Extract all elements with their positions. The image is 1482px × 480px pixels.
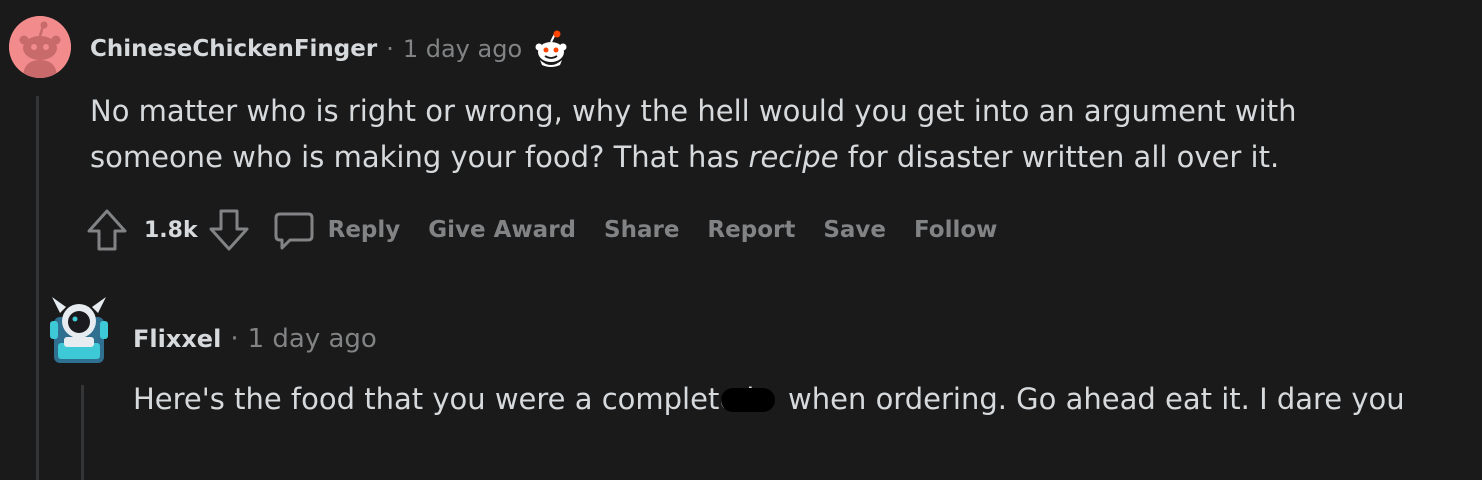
- report-button[interactable]: Report: [707, 217, 795, 243]
- comment-thread: ChineseChickenFinger · 1 day ago No matt…: [0, 0, 1482, 480]
- comment-body: No matter who is right or wrong, why the…: [90, 88, 1390, 180]
- vote-score: 1.8k: [144, 217, 198, 243]
- meta-separator: ·: [230, 324, 239, 354]
- comment-bubble-icon: [274, 212, 314, 250]
- reply-text-end: when ordering. Go ahead eat it. I dare y…: [778, 382, 1405, 416]
- meta-separator: ·: [386, 35, 394, 63]
- comment-meta: ChineseChickenFinger · 1 day ago: [90, 30, 570, 68]
- reply-username[interactable]: Flixxel: [133, 325, 221, 353]
- downvote-button[interactable]: [208, 208, 250, 252]
- upvote-button[interactable]: [86, 208, 128, 252]
- give-award-button[interactable]: Give Award: [428, 217, 576, 243]
- reply-timestamp[interactable]: 1 day ago: [248, 324, 377, 354]
- comment-text-end: for disaster written all over it.: [838, 140, 1280, 174]
- thread-collapse-line[interactable]: [36, 96, 39, 480]
- reply-thread-collapse-line[interactable]: [81, 385, 84, 480]
- share-button[interactable]: Share: [604, 217, 679, 243]
- snoo-award-icon[interactable]: [532, 30, 570, 68]
- avatar[interactable]: [9, 16, 71, 78]
- reply-label: Reply: [327, 217, 401, 243]
- comment-text-italic: recipe: [748, 140, 839, 174]
- save-button[interactable]: Save: [823, 217, 886, 243]
- censor-blot: [720, 388, 775, 412]
- reply-body: Here's the food that you were a complete…: [133, 376, 1413, 422]
- comment-timestamp[interactable]: 1 day ago: [403, 35, 522, 63]
- reply-text: Here's the food that you were a complete…: [133, 382, 765, 416]
- snoo-avatar-icon: [9, 16, 71, 78]
- reply-button[interactable]: Reply: [272, 208, 401, 252]
- downvote-arrow-icon: [209, 209, 249, 251]
- comment-action-bar: 1.8k Reply Give Award Share Report Save …: [86, 206, 1025, 254]
- reply-avatar[interactable]: [46, 291, 112, 369]
- follow-button[interactable]: Follow: [914, 217, 997, 243]
- comment-username[interactable]: ChineseChickenFinger: [90, 36, 377, 62]
- reply-meta: Flixxel · 1 day ago: [133, 322, 377, 356]
- upvote-arrow-icon: [87, 209, 127, 251]
- robot-avatar-icon: [50, 297, 108, 363]
